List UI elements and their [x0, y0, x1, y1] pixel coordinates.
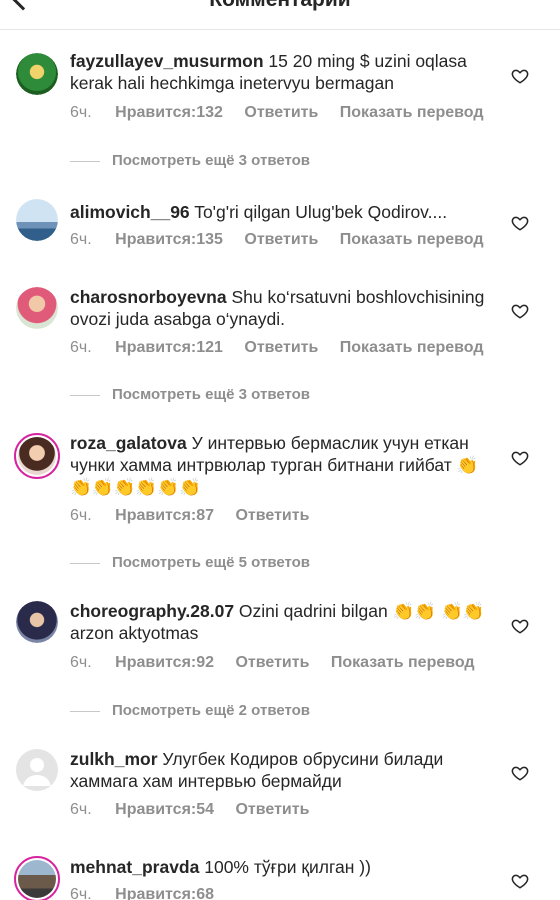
comment-meta: 6ч. Нравится: 135 Ответить Показать пере…	[70, 231, 501, 249]
likes-value: 135	[196, 231, 223, 248]
comment-time: 6ч.	[70, 886, 92, 900]
comment-meta: 6ч. Нравится: 121 Ответить Показать пере…	[70, 339, 501, 357]
comment-time: 6ч.	[70, 339, 92, 356]
avatar[interactable]	[16, 601, 58, 643]
comment-time: 6ч.	[70, 231, 92, 248]
avatar[interactable]	[14, 433, 60, 479]
reply-button[interactable]: Ответить	[244, 231, 318, 249]
comment-body: 100% тўғри қилган ))	[204, 857, 371, 877]
comment-text: alimovich__96 To'g'ri qilgan Ulug'bek Qo…	[70, 201, 490, 223]
comment-meta: 6ч. Нравится: 87 Ответить	[70, 507, 326, 525]
view-replies-label: Посмотреть ещё 2 ответов	[112, 702, 311, 719]
translate-button[interactable]: Показать перевод	[340, 339, 484, 357]
likes-count[interactable]: Нравится: 121	[115, 339, 223, 357]
comment-text: mehnat_pravda 100% тўғри қилган ))	[70, 856, 490, 878]
view-replies-label: Посмотреть ещё 3 ответов	[112, 152, 311, 169]
likes-count[interactable]: Нравится: 135	[115, 231, 223, 249]
comment-username[interactable]: zulkh_mor	[70, 749, 158, 769]
heart-icon[interactable]	[511, 214, 529, 232]
comment-text: choreography.28.07 Ozini qadrini bilgan …	[70, 600, 490, 644]
reply-button[interactable]: Ответить	[235, 654, 309, 672]
view-replies-button[interactable]: Посмотреть ещё 3 ответов	[70, 386, 310, 403]
comment-body: To'g'ri qilgan Ulug'bek Qodirov....	[194, 202, 448, 222]
avatar[interactable]	[16, 749, 58, 791]
comment-meta: 6ч. Нравится: 132 Ответить Показать пере…	[70, 104, 501, 122]
likes-value: 54	[196, 801, 215, 818]
avatar[interactable]	[16, 53, 58, 95]
view-replies-button[interactable]: Посмотреть ещё 3 ответов	[70, 152, 310, 169]
heart-icon[interactable]	[511, 764, 529, 782]
heart-icon[interactable]	[511, 617, 529, 635]
view-replies-button[interactable]: Посмотреть ещё 2 ответов	[70, 702, 310, 719]
comment-text: roza_galatova У интервью бермаслик учун …	[70, 432, 490, 498]
translate-button[interactable]: Показать перевод	[340, 104, 484, 122]
reply-button[interactable]: Ответить	[244, 104, 318, 122]
heart-icon[interactable]	[511, 67, 529, 85]
likes-prefix: Нравится:	[115, 339, 197, 356]
likes-prefix: Нравится:	[115, 654, 197, 671]
likes-value: 92	[196, 654, 215, 671]
reply-button[interactable]: Ответить	[244, 339, 318, 357]
likes-count[interactable]: Нравится: 68	[115, 886, 214, 900]
comment-text: charosnorboyevna Shu ko‘rsatuvni boshlov…	[70, 286, 490, 330]
comment-meta: 6ч. Нравится: 68	[70, 886, 231, 900]
heart-icon[interactable]	[511, 872, 529, 890]
likes-prefix: Нравится:	[115, 801, 197, 818]
comment-username[interactable]: alimovich__96	[70, 202, 190, 222]
comment-time: 6ч.	[70, 507, 92, 524]
page-title: Комментарии	[0, 0, 560, 12]
likes-count[interactable]: Нравится: 87	[115, 507, 214, 525]
likes-count[interactable]: Нравится: 132	[115, 104, 223, 122]
likes-value: 68	[196, 886, 215, 900]
header: Комментарии	[0, 0, 560, 30]
comment-meta: 6ч. Нравится: 92 Ответить Показать перев…	[70, 654, 492, 672]
avatar[interactable]	[16, 287, 58, 329]
view-replies-button[interactable]: Посмотреть ещё 5 ответов	[70, 554, 310, 571]
comment-text: fayzullayev_musurmon 15 20 ming $ uzini …	[70, 50, 490, 94]
likes-prefix: Нравится:	[115, 507, 197, 524]
translate-button[interactable]: Показать перевод	[331, 654, 475, 672]
comment-text: zulkh_mor Улугбек Кодиров обрусини билад…	[70, 748, 490, 792]
likes-count[interactable]: Нравится: 92	[115, 654, 214, 672]
comment-username[interactable]: choreography.28.07	[70, 601, 234, 621]
default-avatar-icon	[23, 758, 51, 786]
translate-button[interactable]: Показать перевод	[340, 231, 484, 249]
avatar[interactable]	[14, 856, 60, 900]
comment-username[interactable]: fayzullayev_musurmon	[70, 51, 264, 71]
likes-value: 87	[196, 507, 215, 524]
likes-value: 132	[196, 104, 223, 121]
reply-button[interactable]: Ответить	[235, 801, 309, 819]
comment-username[interactable]: charosnorboyevna	[70, 287, 227, 307]
comment-meta: 6ч. Нравится: 54 Ответить	[70, 801, 326, 819]
view-replies-label: Посмотреть ещё 3 ответов	[112, 386, 311, 403]
comment-time: 6ч.	[70, 654, 92, 671]
reply-button[interactable]: Ответить	[235, 507, 309, 525]
comment-time: 6ч.	[70, 801, 92, 818]
likes-prefix: Нравится:	[115, 886, 197, 900]
avatar[interactable]	[16, 199, 58, 241]
view-replies-label: Посмотреть ещё 5 ответов	[112, 554, 311, 571]
likes-value: 121	[196, 339, 223, 356]
comment-username[interactable]: roza_galatova	[70, 433, 187, 453]
likes-prefix: Нравится:	[115, 104, 197, 121]
heart-icon[interactable]	[511, 449, 529, 467]
comment-username[interactable]: mehnat_pravda	[70, 857, 199, 877]
likes-count[interactable]: Нравится: 54	[115, 801, 214, 819]
comment-time: 6ч.	[70, 104, 92, 121]
likes-prefix: Нравится:	[115, 231, 197, 248]
heart-icon[interactable]	[511, 302, 529, 320]
